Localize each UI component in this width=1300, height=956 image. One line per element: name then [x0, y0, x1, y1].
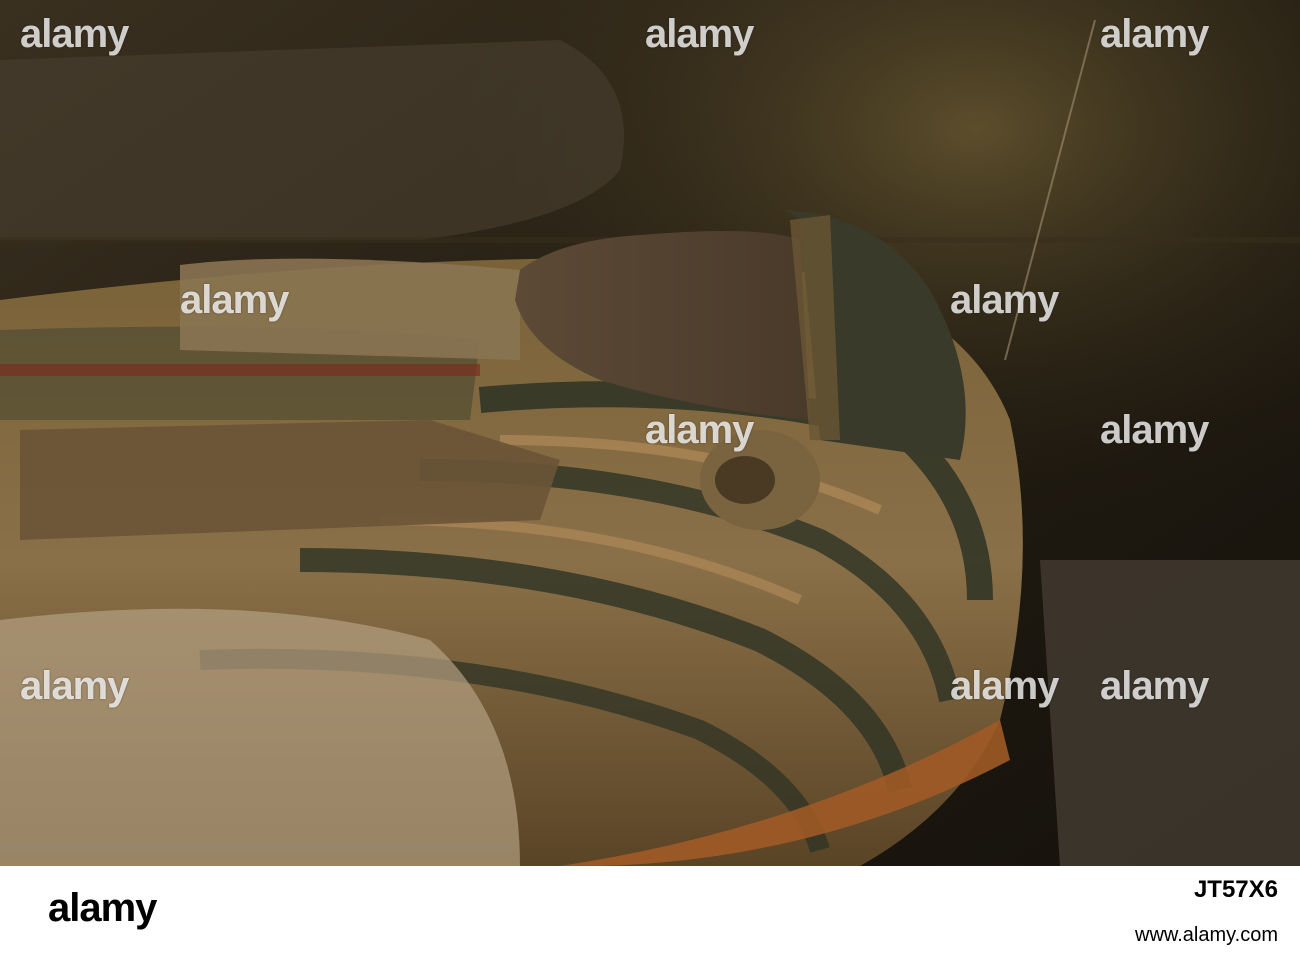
watermark-text: alamy — [20, 12, 129, 56]
watermark-text: alamy — [1100, 664, 1209, 708]
footer-bar: alamy JT57X6 www.alamy.com — [0, 866, 1300, 956]
watermark-text: alamy — [20, 664, 129, 708]
watermark-text: alamy — [645, 408, 754, 452]
site-url[interactable]: www.alamy.com — [1135, 924, 1278, 947]
watermark-text: alamy — [950, 664, 1059, 708]
photo: alamy alamy alamy alamy alamy alamy alam… — [0, 0, 1300, 866]
watermark-text: alamy — [1100, 408, 1209, 452]
watermark-text: alamy — [180, 278, 289, 322]
brand-logo[interactable]: alamy — [48, 886, 248, 938]
watermark-text: alamy — [645, 12, 754, 56]
watermark-text: alamy — [1100, 12, 1209, 56]
watermark-text: alamy — [950, 278, 1059, 322]
brand-text: alamy — [48, 886, 157, 930]
image-id: JT57X6 — [1193, 876, 1278, 903]
